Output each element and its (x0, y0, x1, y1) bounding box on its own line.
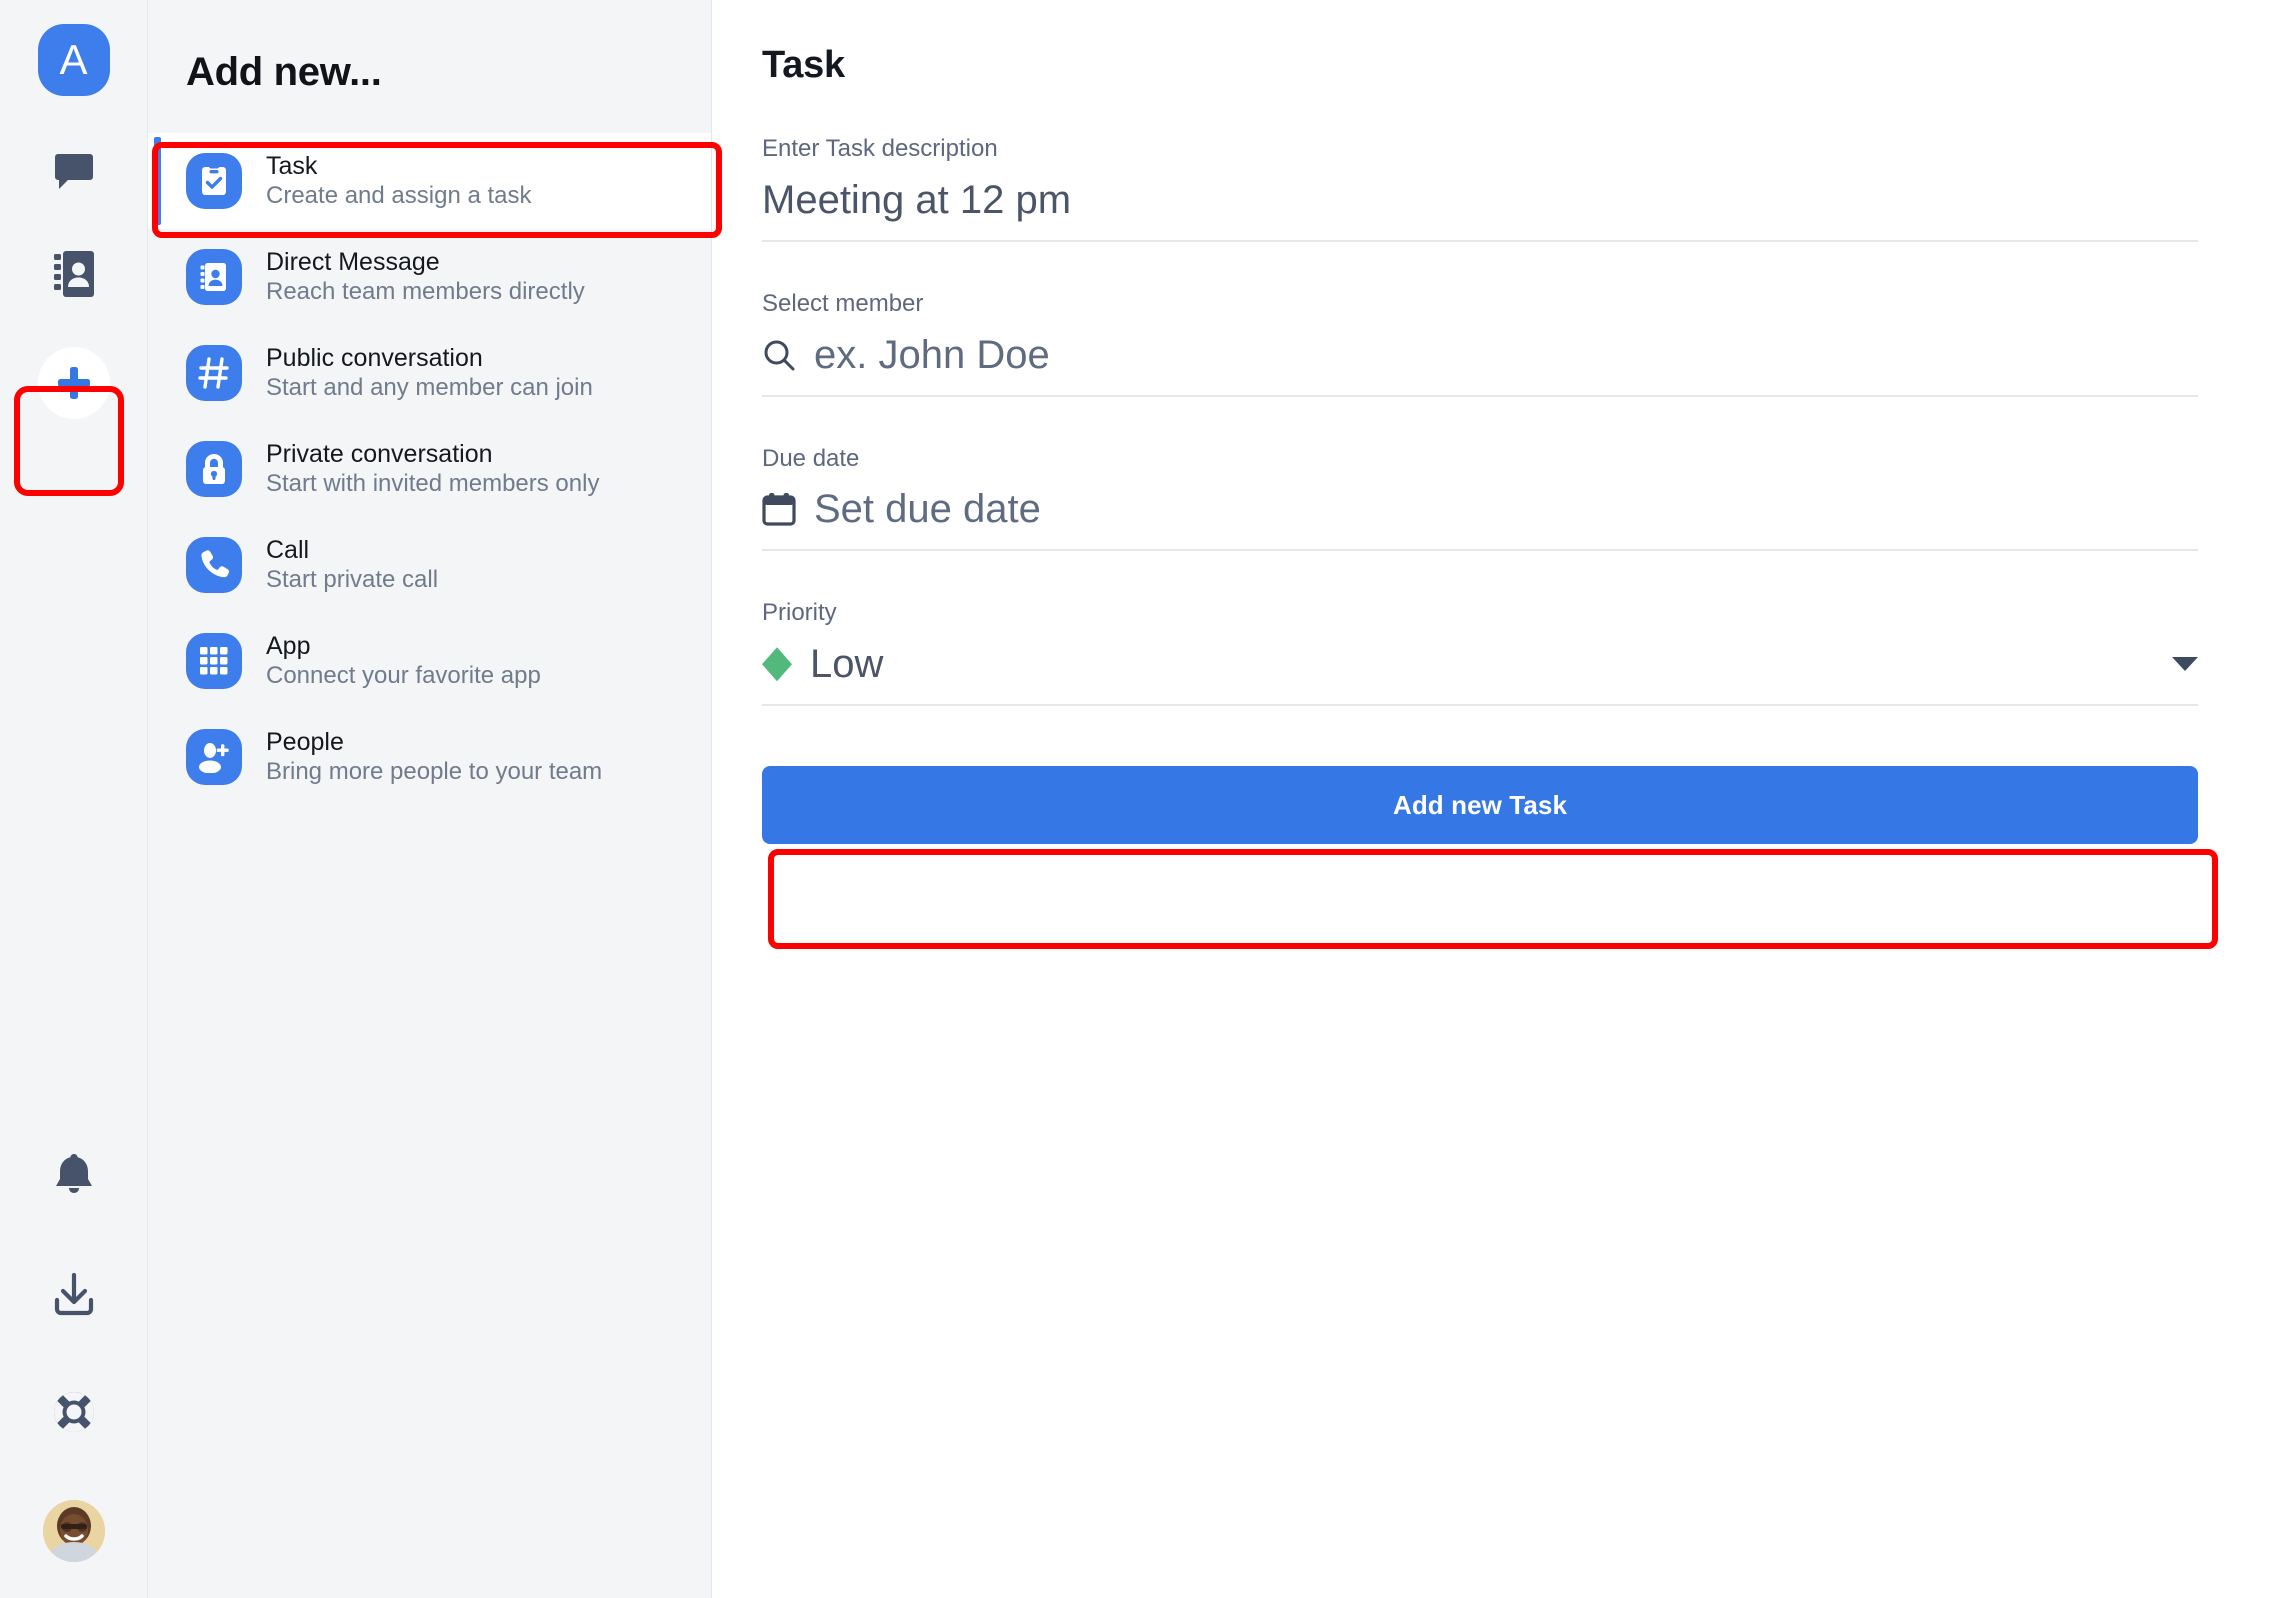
panel-title: Add new... (186, 50, 382, 94)
due-date-label: Due date (762, 444, 860, 472)
add-new-button-wrapper (35, 344, 113, 422)
person-add-icon (186, 729, 242, 785)
contacts-icon[interactable] (38, 238, 110, 310)
list-item-text: App Connect your favorite app (266, 631, 541, 692)
list-item-title: Private conversation (266, 439, 493, 468)
list-item-text: Public conversation Start and any member… (266, 343, 593, 404)
description-label: Enter Task description (762, 135, 998, 162)
bell-icon[interactable] (38, 1140, 110, 1212)
member-input-row[interactable]: ex. John Doe (762, 333, 2198, 397)
list-item-title: People (266, 727, 344, 756)
add-new-panel: Add new... Task Create and assign a task (148, 0, 712, 1598)
list-item-subtitle: Create and assign a task (266, 182, 532, 210)
chat-icon[interactable] (38, 138, 110, 210)
list-item-text: People Bring more people to your team (266, 727, 602, 788)
list-item-subtitle: Reach team members directly (266, 278, 585, 306)
search-icon (762, 338, 796, 372)
add-new-list: Task Create and assign a task Direct Mes… (148, 133, 711, 805)
list-item-title: Public conversation (266, 343, 483, 372)
list-item-text: Private conversation Start with invited … (266, 439, 599, 500)
member-label: Select member (762, 289, 924, 317)
list-item-text: Direct Message Reach team members direct… (266, 247, 585, 308)
priority-value[interactable]: Low (810, 642, 883, 686)
description-input-row[interactable]: Meeting at 12 pm (762, 178, 2198, 242)
list-item-people[interactable]: People Bring more people to your team (148, 709, 711, 805)
priority-diamond-icon (762, 647, 792, 682)
list-item-call[interactable]: Call Start private call (148, 517, 711, 613)
member-input[interactable]: ex. John Doe (814, 333, 1050, 377)
calendar-icon (762, 492, 796, 526)
list-item-subtitle: Start with invited members only (266, 470, 600, 498)
workspace-logo[interactable]: A (37, 24, 110, 96)
due-date-input[interactable]: Set due date (814, 487, 1041, 531)
hash-icon (186, 345, 242, 401)
page-title: Task (762, 44, 845, 86)
list-item-subtitle: Bring more people to your team (266, 758, 603, 786)
add-icon[interactable] (37, 347, 110, 419)
workspace-logo-letter: A (59, 36, 88, 83)
list-item-private-conversation[interactable]: Private conversation Start with invited … (148, 421, 711, 517)
submit-area: Add new Task (762, 766, 2198, 845)
list-item-public-conversation[interactable]: Public conversation Start and any member… (148, 325, 711, 421)
list-item-subtitle: Start private call (266, 566, 439, 594)
list-item-direct-message[interactable]: Direct Message Reach team members direct… (148, 229, 711, 325)
task-form-panel: Task Enter Task description Meeting at 1… (712, 0, 2280, 1598)
priority-select-row[interactable]: Low (762, 642, 2198, 707)
avatar[interactable] (42, 1500, 105, 1562)
list-item-app[interactable]: App Connect your favorite app (148, 613, 711, 709)
list-item-title: Direct Message (266, 247, 440, 276)
field-description: Enter Task description Meeting at 12 pm (762, 135, 2198, 242)
add-new-task-button[interactable]: Add new Task (762, 766, 2198, 845)
list-item-title: Call (266, 535, 310, 564)
field-due-date: Due date Set due date (762, 445, 2198, 552)
list-item-text: Call Start private call (266, 535, 438, 596)
list-item-text: Task Create and assign a task (266, 151, 532, 212)
field-member: Select member ex. John Doe (762, 290, 2198, 397)
grid-icon (186, 633, 242, 689)
list-item-title: Task (266, 151, 318, 180)
list-item-task[interactable]: Task Create and assign a task (148, 133, 711, 229)
download-icon[interactable] (38, 1258, 110, 1330)
lock-icon (186, 441, 242, 497)
app-window: A Add new... Task Create and assign a ta… (0, 0, 2280, 1598)
priority-label: Priority (762, 599, 837, 627)
list-item-subtitle: Start and any member can join (266, 374, 593, 402)
chevron-down-icon[interactable] (2172, 657, 2198, 672)
address-book-icon (186, 249, 242, 305)
phone-icon (186, 537, 242, 593)
list-item-title: App (266, 631, 311, 660)
description-input[interactable]: Meeting at 12 pm (762, 178, 1071, 222)
list-item-subtitle: Connect your favorite app (266, 662, 541, 690)
lifebuoy-icon[interactable] (38, 1376, 110, 1448)
clipboard-check-icon (186, 153, 242, 209)
field-priority: Priority Low (762, 599, 2198, 707)
due-date-input-row[interactable]: Set due date (762, 487, 2198, 552)
icon-rail: A (0, 0, 148, 1598)
